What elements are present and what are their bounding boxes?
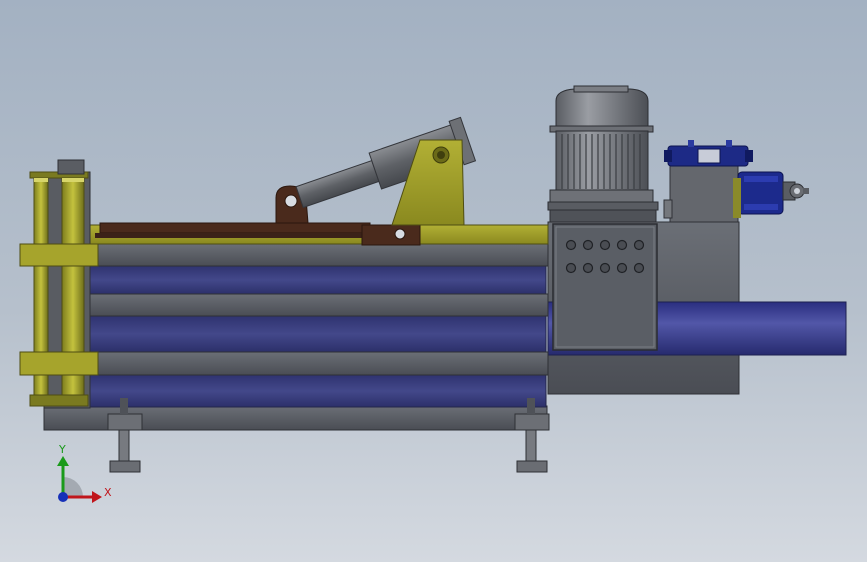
panel-button[interactable]	[565, 262, 577, 274]
panel-button[interactable]	[599, 239, 611, 251]
baler-machine-model[interactable]	[0, 0, 867, 562]
hydraulic-cylinder[interactable]	[275, 116, 477, 226]
panel-button[interactable]	[616, 262, 628, 274]
cad-viewport[interactable]: Y X	[0, 0, 867, 562]
chamber-panel-middle[interactable]	[89, 315, 547, 353]
panel-button[interactable]	[616, 239, 628, 251]
panel-button[interactable]	[565, 239, 577, 251]
panel-button[interactable]	[582, 262, 594, 274]
z-axis-dot	[58, 492, 68, 502]
panel-button[interactable]	[599, 262, 611, 274]
electric-motor[interactable]	[547, 85, 659, 223]
valve-block[interactable]	[669, 165, 739, 223]
feed-plate[interactable]	[99, 222, 371, 234]
solenoid-valve[interactable]	[664, 140, 753, 167]
panel-button[interactable]	[582, 239, 594, 251]
control-box[interactable]	[552, 223, 658, 351]
chamber-panel-upper[interactable]	[89, 265, 547, 295]
orientation-triad	[57, 456, 102, 503]
chamber-panel-lower[interactable]	[89, 374, 547, 408]
panel-button[interactable]	[633, 239, 645, 251]
panel-button[interactable]	[633, 262, 645, 274]
x-axis-label: X	[104, 486, 112, 499]
y-axis-label: Y	[59, 443, 66, 456]
hydraulic-pump[interactable]	[733, 171, 809, 218]
